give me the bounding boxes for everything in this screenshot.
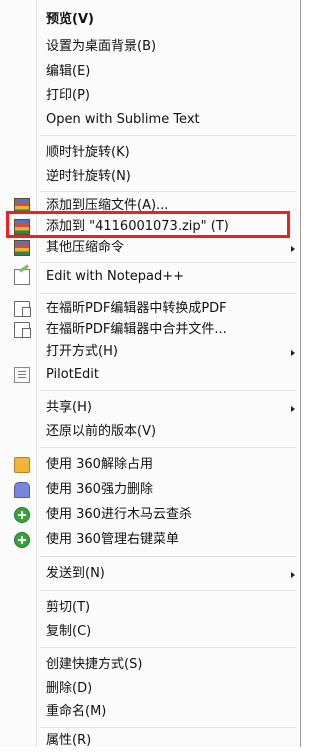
menu-item-label: 删除(D) <box>46 681 93 696</box>
menu-item-label: 在福昕PDF编辑器中转换成PDF <box>46 301 227 316</box>
menu-item-send-to[interactable]: 发送到(N) <box>0 562 301 586</box>
menu-item-label: 使用 360强力删除 <box>46 482 153 497</box>
menu-item-label: 打开方式(H) <box>46 344 118 359</box>
menu-item-label: 逆时针旋转(N) <box>46 169 131 184</box>
menu-item-create-shortcut[interactable]: 创建快捷方式(S) <box>0 653 301 677</box>
menu-item-label: 添加到压缩文件(A)... <box>46 198 169 213</box>
menu-item-360-force-delete[interactable]: 使用 360强力删除 <box>0 478 301 502</box>
menu-item-label: 添加到 "4116001073.zip" (T) <box>46 219 229 234</box>
submenu-arrow-icon <box>291 572 295 578</box>
menu-item-share[interactable]: 共享(H) <box>0 396 301 420</box>
menu-item-properties[interactable]: 属性(R) <box>0 729 301 753</box>
archive-icon <box>14 198 30 214</box>
menu-item-label: 使用 360管理右键菜单 <box>46 532 179 547</box>
menu-separator <box>40 727 296 728</box>
shredder-icon <box>14 482 30 498</box>
notepad-icon <box>14 269 30 285</box>
menu-item-label: 属性(R) <box>46 733 92 748</box>
submenu-arrow-icon <box>291 406 295 412</box>
menu-item-preview[interactable]: 预览(V) <box>0 8 301 32</box>
menu-separator <box>40 135 296 136</box>
360-scan-icon <box>14 507 30 523</box>
menu-item-label: 设置为桌面背景(B) <box>46 39 157 54</box>
menu-item-restore-previous-versions[interactable]: 还原以前的版本(V) <box>0 420 301 444</box>
submenu-arrow-icon <box>291 350 295 356</box>
menu-item-edit[interactable]: 编辑(E) <box>0 60 301 84</box>
menu-separator <box>40 556 296 557</box>
menu-item-rotate-counterclockwise[interactable]: 逆时针旋转(N) <box>0 165 301 189</box>
menu-item-label: 编辑(E) <box>46 64 91 79</box>
menu-separator <box>40 262 296 263</box>
menu-item-copy[interactable]: 复制(C) <box>0 620 301 644</box>
menu-item-label: Open with Sublime Text <box>46 112 200 127</box>
context-menu: 预览(V) 设置为桌面背景(B) 编辑(E) 打印(P) Open with S… <box>0 0 301 748</box>
menu-separator <box>40 590 296 591</box>
menu-item-360-trojan-scan[interactable]: 使用 360进行木马云查杀 <box>0 503 301 527</box>
menu-item-label: 剪切(T) <box>46 600 91 615</box>
360-menu-icon <box>14 532 30 548</box>
pilotedit-icon <box>14 367 30 383</box>
menu-item-label: 顺时针旋转(K) <box>46 145 130 160</box>
menu-item-edit-notepadpp[interactable]: Edit with Notepad++ <box>0 265 301 289</box>
menu-item-360-unlock[interactable]: 使用 360解除占用 <box>0 453 301 477</box>
menu-item-rename[interactable]: 重命名(M) <box>0 700 301 724</box>
menu-item-label: 发送到(N) <box>46 566 105 581</box>
menu-item-label: 共享(H) <box>46 400 92 415</box>
menu-item-other-compress-commands[interactable]: 其他压缩命令 <box>0 236 301 260</box>
menu-separator <box>40 647 296 648</box>
menu-item-rotate-clockwise[interactable]: 顺时针旋转(K) <box>0 141 301 165</box>
menu-item-foxit-merge-files[interactable]: 在福昕PDF编辑器中合并文件... <box>0 318 301 342</box>
menu-separator <box>40 293 296 294</box>
menu-item-label: 创建快捷方式(S) <box>46 657 143 672</box>
pdf-convert-icon <box>14 301 31 317</box>
menu-item-label: 还原以前的版本(V) <box>46 424 157 439</box>
menu-item-label: 打印(P) <box>46 88 90 103</box>
submenu-arrow-icon <box>291 246 295 252</box>
pdf-merge-icon <box>14 322 31 338</box>
menu-item-pilotedit[interactable]: PilotEdit <box>0 363 301 387</box>
menu-item-label: 预览(V) <box>46 12 94 27</box>
menu-item-label: 使用 360进行木马云查杀 <box>46 507 192 522</box>
menu-item-set-desktop-background[interactable]: 设置为桌面背景(B) <box>0 35 301 59</box>
menu-item-label: 其他压缩命令 <box>46 240 125 255</box>
menu-item-label: PilotEdit <box>46 367 100 382</box>
menu-item-cut[interactable]: 剪切(T) <box>0 596 301 620</box>
menu-item-print[interactable]: 打印(P) <box>0 84 301 108</box>
menu-item-label: 使用 360解除占用 <box>46 457 153 472</box>
menu-item-delete[interactable]: 删除(D) <box>0 677 301 701</box>
menu-item-open-with[interactable]: 打开方式(H) <box>0 340 301 364</box>
menu-separator <box>40 390 296 391</box>
archive-icon <box>14 219 30 235</box>
archive-icon <box>14 240 30 256</box>
menu-item-open-sublime[interactable]: Open with Sublime Text <box>0 108 301 132</box>
menu-item-label: Edit with Notepad++ <box>46 269 185 284</box>
menu-item-360-manage-context-menu[interactable]: 使用 360管理右键菜单 <box>0 528 301 552</box>
menu-item-label: 重命名(M) <box>46 704 107 719</box>
menu-item-label: 复制(C) <box>46 624 92 639</box>
menu-separator <box>40 191 296 192</box>
unlock-folder-icon <box>14 457 30 473</box>
menu-separator <box>40 447 296 448</box>
menu-item-label: 在福昕PDF编辑器中合并文件... <box>46 322 227 337</box>
